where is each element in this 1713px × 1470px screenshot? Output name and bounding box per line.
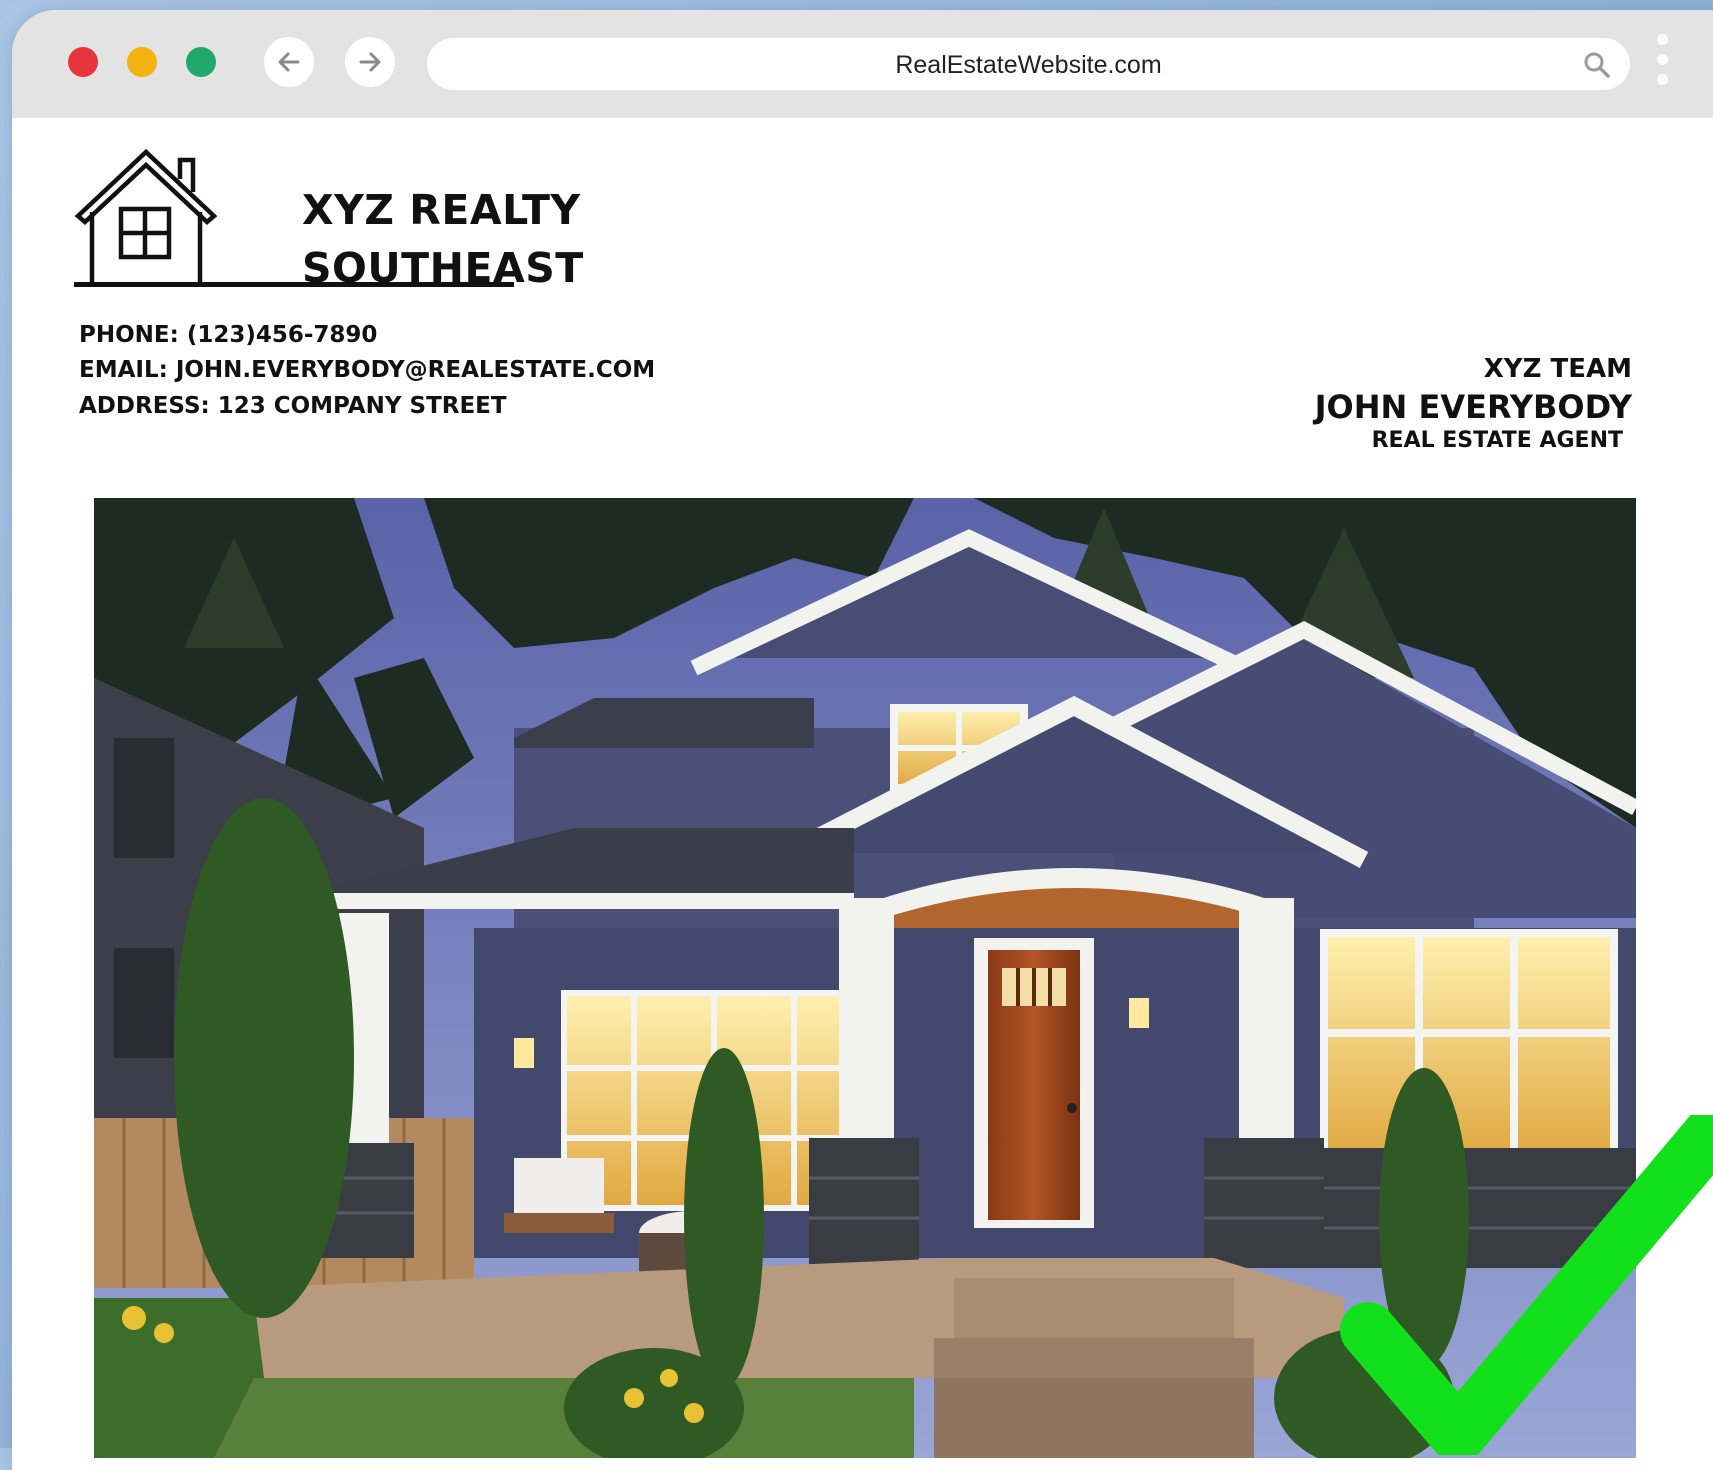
contact-email: EMAIL: JOHN.EVERYBODY@REALESTATE.COM [79,357,656,383]
address-bar[interactable]: RealEstateWebsite.com [427,38,1630,90]
back-button[interactable] [264,37,314,87]
green-checkmark-icon [1340,1115,1713,1455]
maximize-window-dot[interactable] [186,47,216,77]
contact-address: ADDRESS: 123 COMPANY STREET [79,393,507,419]
company-logo: XYZ REALTY SOUTHEAST [74,146,583,292]
close-window-dot[interactable] [68,47,98,77]
vertical-dots-icon[interactable] [1657,34,1671,98]
minimize-window-dot[interactable] [127,47,157,77]
arrow-left-icon [278,52,300,72]
company-name-line2: SOUTHEAST [302,244,584,292]
agent-team: XYZ TEAM [1483,354,1632,384]
arrow-right-icon [359,52,381,72]
forward-button[interactable] [345,37,395,87]
browser-toolbar: RealEstateWebsite.com [12,10,1713,118]
agent-name: JOHN EVERYBODY [1314,388,1632,426]
agent-title: REAL ESTATE AGENT [1371,428,1623,453]
magnifier-icon[interactable] [1582,50,1612,80]
url-text: RealEstateWebsite.com [895,51,1162,79]
contact-phone: PHONE: (123)456-7890 [79,322,378,348]
company-name-line1: XYZ REALTY [302,186,581,234]
